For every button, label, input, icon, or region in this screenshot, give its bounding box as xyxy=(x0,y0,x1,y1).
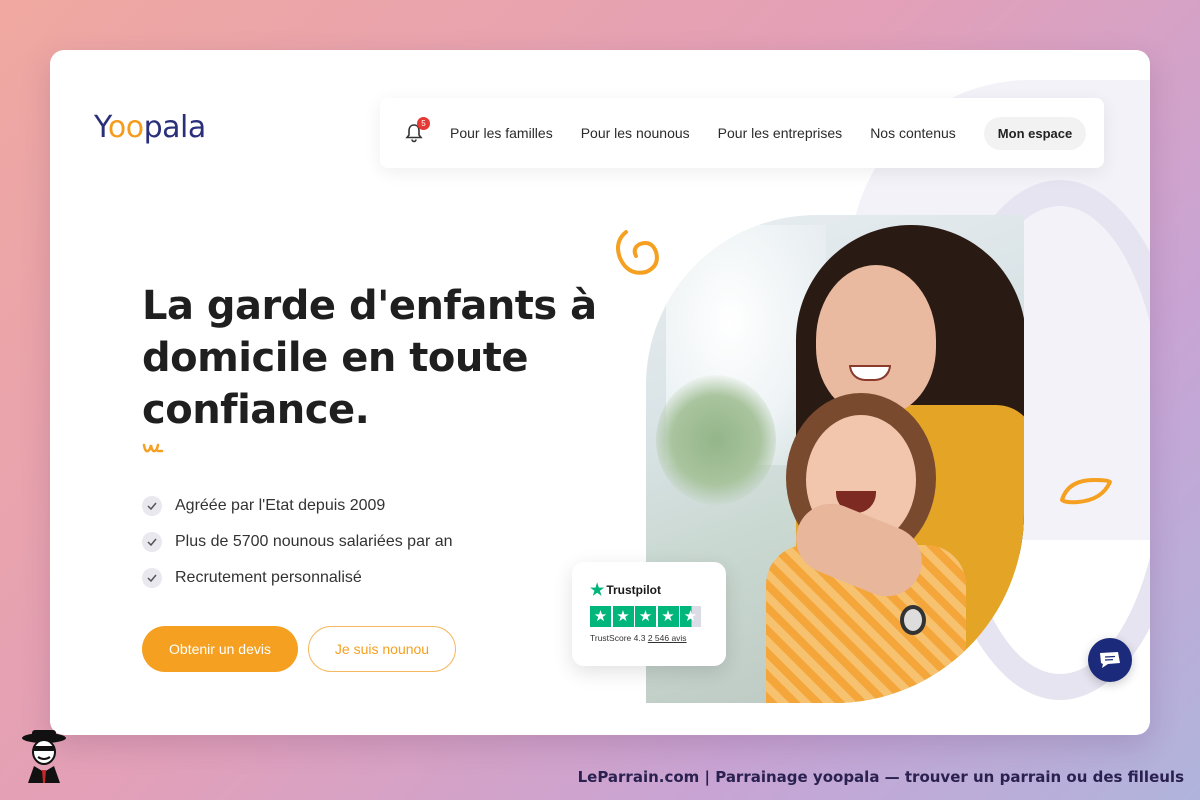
check-icon xyxy=(142,532,162,552)
trustscore-label: TrustScore 4.3 xyxy=(590,633,646,643)
star-icon: ★ xyxy=(612,606,634,627)
chat-icon xyxy=(1100,652,1120,668)
star-icon: ★ xyxy=(635,606,656,627)
star-icon: ★ xyxy=(657,606,679,627)
feature-item: Plus de 5700 nounous salariées par an xyxy=(142,524,453,560)
obtenir-devis-button[interactable]: Obtenir un devis xyxy=(142,626,298,672)
feature-item: Agréée par l'Etat depuis 2009 xyxy=(142,488,453,524)
leaf-decoration xyxy=(1060,478,1112,505)
trustpilot-star-icon: ★ xyxy=(590,582,605,599)
main-navigation: 5 Pour les familles Pour les nounous Pou… xyxy=(380,98,1104,168)
star-icon: ★ xyxy=(590,606,611,627)
mon-espace-button[interactable]: Mon espace xyxy=(983,116,1087,150)
star-half-icon: ★ xyxy=(680,606,701,627)
nav-link-nounous[interactable]: Pour les nounous xyxy=(581,125,690,141)
check-icon xyxy=(142,496,162,516)
trustscore-text: TrustScore 4.3 2 546 avis xyxy=(590,633,708,643)
feature-text: Plus de 5700 nounous salariées par an xyxy=(175,533,453,550)
squiggle-decoration xyxy=(142,443,164,453)
reviews-link[interactable]: 2 546 avis xyxy=(648,633,687,643)
feature-text: Recrutement personnalisé xyxy=(175,569,362,586)
footer-caption: LeParrain.com | Parrainage yoopala — tro… xyxy=(577,768,1184,786)
hero-headline: La garde d'enfants à domicile en toute c… xyxy=(142,283,597,433)
trustpilot-header: ★ Trustpilot xyxy=(590,580,708,600)
trustpilot-stars: ★ ★ ★ ★ ★ xyxy=(590,606,708,627)
je-suis-nounou-button[interactable]: Je suis nounou xyxy=(308,626,456,672)
nav-link-familles[interactable]: Pour les familles xyxy=(450,125,553,141)
trustpilot-widget[interactable]: ★ Trustpilot ★ ★ ★ ★ ★ TrustScore 4.3 2 … xyxy=(572,562,726,666)
nav-link-contenus[interactable]: Nos contenus xyxy=(870,125,956,141)
logo-wordmark: Yoopala xyxy=(94,110,206,145)
feature-list: Agréée par l'Etat depuis 2009 Plus de 57… xyxy=(142,488,453,596)
bell-icon[interactable]: 5 xyxy=(404,117,430,143)
mascot-icon xyxy=(22,730,66,783)
feature-text: Agréée par l'Etat depuis 2009 xyxy=(175,497,386,514)
chat-button[interactable] xyxy=(1088,638,1132,682)
page-card: Yoopala 5 Pour les familles Pour les nou… xyxy=(50,50,1150,735)
notification-badge: 5 xyxy=(417,117,430,130)
yoopala-logo[interactable]: Yoopala xyxy=(94,110,206,145)
trustpilot-brand: Trustpilot xyxy=(606,583,662,597)
check-icon xyxy=(142,568,162,588)
feature-item: Recrutement personnalisé xyxy=(142,560,453,596)
nav-link-entreprises[interactable]: Pour les entreprises xyxy=(718,125,843,141)
